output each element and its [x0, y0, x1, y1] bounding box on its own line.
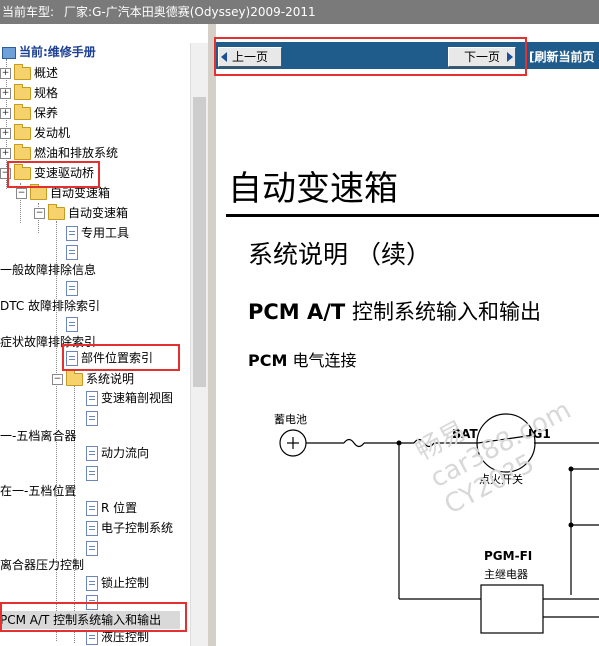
document-icon [86, 466, 98, 481]
tree-item-clutches[interactable]: 一-五档离合器 [0, 427, 76, 445]
tree-item-transaxle[interactable]: − 变速驱动桥 [0, 164, 94, 182]
tree-root[interactable]: 当前:维修手册 [2, 43, 96, 61]
expand-icon[interactable]: + [0, 88, 11, 99]
tree-item-cutaway-view[interactable]: 变速箱剖视图 [86, 389, 173, 407]
document-icon [86, 630, 98, 645]
expand-icon[interactable]: + [0, 128, 11, 139]
arrow-left-icon [221, 52, 227, 62]
document-icon [86, 411, 98, 426]
tree-item-overview[interactable]: + 概述 [0, 64, 58, 82]
folder-icon [14, 84, 31, 100]
tree-item-specs[interactable]: + 规格 [0, 84, 58, 102]
tree-item-lockup-control[interactable]: 锁止控制 [86, 574, 149, 592]
title-rule [226, 214, 599, 217]
document-icon [86, 541, 98, 556]
refresh-page-link[interactable]: [刷新当前页 [529, 48, 595, 65]
page-subtitle: 系统说明 （续） [248, 240, 431, 269]
tree-item-hydraulic-control[interactable]: 液压控制 [86, 628, 149, 646]
folder-open-icon [66, 370, 83, 386]
tree-item-maintenance[interactable]: + 保养 [0, 104, 58, 122]
tree-item-system-description[interactable]: − 系统说明 [52, 370, 134, 388]
tree-item-dtc-index[interactable]: DTC 故障排除索引 [0, 297, 100, 315]
tree-item-clutch-pressure[interactable]: 离合器压力控制 [0, 556, 84, 574]
battery-label: 蓄电池 [274, 413, 307, 426]
document-icon [86, 446, 98, 461]
tree-item-gear-positions[interactable]: 在一-五档位置 [0, 482, 76, 500]
next-page-button[interactable]: 下一页 [448, 47, 516, 67]
collapse-icon[interactable]: − [16, 188, 27, 199]
subsection-heading: PCM 电气连接 [248, 351, 357, 370]
expand-icon[interactable]: + [0, 148, 11, 159]
scrollbar-thumb[interactable] [193, 97, 206, 387]
collapse-icon[interactable]: − [0, 168, 11, 179]
arrow-right-icon [507, 52, 513, 62]
car-model-value: 厂家:G-广汽本田奥德赛(Odyssey)2009-2011 [64, 5, 316, 19]
document-icon [66, 226, 78, 241]
tree-item-electronic-control[interactable]: 电子控制系统 [86, 519, 173, 537]
document-icon [66, 245, 78, 260]
tree-item-automatic-transmission-sub[interactable]: − 自动变速箱 [34, 204, 128, 222]
expand-icon[interactable]: + [0, 108, 11, 119]
collapse-icon[interactable]: − [34, 208, 45, 219]
folder-open-icon [30, 184, 47, 200]
expand-icon[interactable]: + [0, 68, 11, 79]
folder-icon [14, 64, 31, 80]
tree-item-automatic-transmission[interactable]: − 自动变速箱 [16, 184, 110, 202]
tree-item-doc[interactable] [66, 315, 81, 333]
folder-open-icon [14, 164, 31, 180]
tree-item-component-location[interactable]: 部件位置索引 [66, 349, 153, 367]
section-heading: PCM A/T 控制系统输入和输出 [248, 300, 541, 324]
tree-item-pcm-io-selected[interactable]: PCM A/T 控制系统输入和输出 [0, 611, 180, 629]
computer-icon [2, 46, 16, 59]
fuse-symbol [343, 438, 365, 448]
tree-guide-line [74, 383, 75, 643]
manual-tree: 当前:维修手册 + 概述 + 规格 + 保养 + 发动机 + 燃油和排放系统 − 变速驱动桥… [0, 43, 208, 646]
document-icon [66, 281, 78, 296]
folder-icon [14, 104, 31, 120]
document-icon [86, 576, 98, 591]
tree-item-special-tools[interactable]: 专用工具 [66, 224, 129, 242]
collapse-icon[interactable]: − [52, 374, 63, 385]
document-icon [86, 521, 98, 536]
tree-item-doc[interactable] [66, 243, 81, 261]
document-icon [66, 351, 78, 366]
sidebar-scrollbar[interactable] [190, 43, 209, 646]
document-icon [66, 317, 78, 332]
tree-item-r-position[interactable]: R 位置 [86, 499, 137, 517]
tree-item-doc[interactable] [86, 464, 101, 482]
tree-item-doc[interactable] [86, 593, 101, 611]
frame-divider[interactable] [208, 24, 216, 646]
tree-item-fuel-emissions[interactable]: + 燃油和排放系统 [0, 144, 118, 162]
main-relay-symbol [480, 584, 544, 634]
car-model-label: 当前车型: [2, 5, 55, 19]
pgmfi-label: PGM-FI [484, 549, 533, 563]
folder-icon [14, 144, 31, 160]
tree-item-doc[interactable] [66, 279, 81, 297]
main-relay-label: 主继电器 [484, 568, 528, 581]
page-title: 自动变速箱 [228, 169, 398, 209]
document-icon [86, 391, 98, 406]
prev-page-button[interactable]: 上一页 [218, 47, 282, 67]
document-icon [86, 501, 98, 516]
tree-item-engine[interactable]: + 发动机 [0, 124, 70, 142]
title-bar: 当前车型: 厂家:G-广汽本田奥德赛(Odyssey)2009-2011 [0, 0, 599, 24]
page-nav-bar: 上一页 下一页 [刷新当前页 [216, 42, 599, 69]
tree-item-doc[interactable] [86, 539, 101, 557]
folder-open-icon [48, 204, 65, 220]
document-icon [86, 595, 98, 610]
tree-item-doc[interactable] [86, 409, 101, 427]
folder-icon [14, 124, 31, 140]
tree-item-power-flow[interactable]: 动力流向 [86, 444, 149, 462]
tree-item-general-troubleshooting[interactable]: 一般故障排除信息 [0, 261, 96, 279]
manual-page: 自动变速箱 系统说明 （续） PCM A/T 控制系统输入和输出 PCM 电气连… [216, 69, 599, 646]
